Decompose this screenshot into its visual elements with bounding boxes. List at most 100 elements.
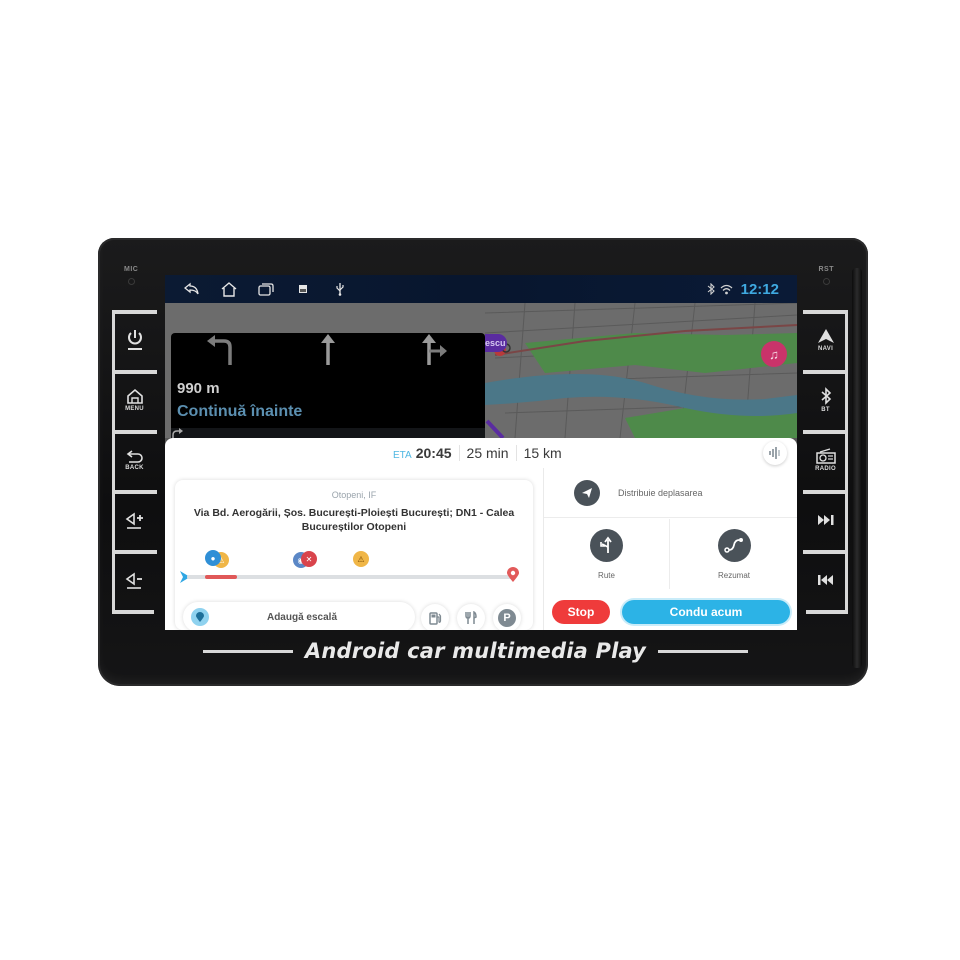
reset-button[interactable] <box>823 278 830 285</box>
navi-caption: NAVI <box>817 346 834 352</box>
volume-down-button[interactable] <box>112 550 157 610</box>
add-stop-icon <box>191 608 209 626</box>
brand-line-right <box>658 649 748 653</box>
back-icon <box>184 282 199 295</box>
divider <box>515 445 517 461</box>
reset-label: RST <box>818 266 834 273</box>
power-button[interactable] <box>112 310 157 370</box>
hazard-marker[interactable]: ⚠ <box>353 551 369 567</box>
bluetooth-icon <box>707 283 715 295</box>
recent-apps-icon <box>258 283 274 296</box>
traffic-segment <box>205 575 237 579</box>
volume-up-button[interactable] <box>112 490 157 550</box>
bracket-end <box>806 610 848 614</box>
radio-icon <box>815 448 836 464</box>
divider <box>458 445 460 461</box>
prev-track-button[interactable] <box>803 550 848 610</box>
overview-button[interactable]: Rezumat <box>671 519 797 589</box>
prev-track-icon <box>817 575 833 585</box>
distance-to-turn: 990 m <box>177 380 220 397</box>
wifi-icon <box>720 284 733 294</box>
volume-down-icon <box>125 572 142 589</box>
next-track-button[interactable] <box>803 490 848 550</box>
street-name-text: escu <box>485 338 506 348</box>
route-overview-icon <box>717 528 751 562</box>
trip-duration: 25 min <box>466 445 509 461</box>
power-icon <box>127 330 142 350</box>
radio-caption: RADIO <box>815 466 836 472</box>
parking-button[interactable]: P <box>493 604 521 630</box>
eta-bar: ETA 20:45 25 min 15 km <box>165 438 797 468</box>
drive-now-button[interactable]: Condu acum <box>622 600 790 624</box>
brand-line-left <box>203 649 293 653</box>
bluetooth-icon <box>820 387 831 405</box>
eta-label: ETA <box>393 450 412 461</box>
home-icon <box>221 281 237 297</box>
restaurant-icon <box>465 611 477 624</box>
map-view[interactable]: escu ♫ Floreasca 990 m Continuă înainte <box>165 303 797 466</box>
gas-station-icon <box>429 612 442 625</box>
share-icon <box>574 479 600 506</box>
radio-button[interactable]: RADIO <box>803 430 848 490</box>
navi-button[interactable]: NAVI <box>803 310 848 370</box>
right-hardware-buttons: NAVI BT RADIO <box>803 310 848 614</box>
android-status-bar: 12:12 <box>165 275 797 303</box>
clock: 12:12 <box>740 280 779 298</box>
share-trip-label: Distribuie deplasarea <box>618 487 703 498</box>
eta-summary: ETA 20:45 25 min 15 km <box>393 445 562 461</box>
usb-notification[interactable] <box>329 278 351 300</box>
trip-actions: Distribuie deplasarea Rute Rezumat Stop … <box>543 468 797 630</box>
status-indicators: 12:12 <box>707 275 779 303</box>
home-icon <box>126 388 143 404</box>
back-button[interactable]: BACK <box>112 430 157 490</box>
street-name-pill[interactable]: escu <box>485 334 507 352</box>
destination-pin-icon <box>507 567 519 582</box>
route-summary-card[interactable]: Otopeni, IF Via Bd. Aerogării, Șos. Bucu… <box>175 480 533 630</box>
routes-icon <box>590 528 623 562</box>
touch-screen: 12:12 escu ♫ Floreasca <box>165 275 797 630</box>
volume-up-icon <box>125 512 143 529</box>
speaker-icon <box>769 447 780 459</box>
sound-settings-button[interactable] <box>763 441 787 465</box>
share-trip-button[interactable]: Distribuie deplasarea <box>544 468 797 518</box>
route-via: Via Bd. Aerogării, Șos. București-Ploieș… <box>193 507 515 533</box>
bracket-end <box>112 610 154 614</box>
nav-home-button[interactable] <box>218 278 240 300</box>
trip-distance: 15 km <box>523 445 562 461</box>
bluetooth-button[interactable]: BT <box>803 370 848 430</box>
nav-recent-apps-button[interactable] <box>255 278 277 300</box>
turn-instruction: Continuă înainte <box>177 403 303 420</box>
stop-button[interactable]: Stop <box>552 600 610 624</box>
back-icon <box>126 450 143 463</box>
add-stop-label: Adaugă escală <box>266 611 338 623</box>
turn-instruction-card[interactable]: 990 m Continuă înainte Str. Neagoe Vodă <box>171 333 485 455</box>
accident-marker[interactable]: ✕ <box>301 551 317 567</box>
music-note-icon: ♫ <box>769 346 779 362</box>
navigation-icon <box>817 329 834 343</box>
overview-label: Rezumat <box>717 570 750 580</box>
next-track-icon <box>817 515 833 525</box>
lane-straight-icon <box>321 334 335 365</box>
nav-back-button[interactable] <box>181 278 203 300</box>
lane-straight-right-icon <box>422 334 447 365</box>
lane-turn-left-icon <box>207 335 232 365</box>
routes-button[interactable]: Rute <box>544 519 670 589</box>
menu-button[interactable]: MENU <box>112 370 157 430</box>
left-hardware-buttons: MENU BACK <box>112 310 157 614</box>
back-caption: BACK <box>125 465 144 471</box>
menu-caption: MENU <box>125 406 144 412</box>
restaurant-button[interactable] <box>457 604 485 630</box>
destination-city: Otopeni, IF <box>331 490 377 500</box>
brand-strip: Android car multimedia Play <box>203 636 748 666</box>
screenshot-notification[interactable] <box>292 278 314 300</box>
parking-icon: P <box>498 609 516 627</box>
add-stop-button[interactable]: Adaugă escală <box>183 602 415 630</box>
bt-caption: BT <box>821 407 830 413</box>
mic-hole <box>128 278 135 285</box>
music-button[interactable]: ♫ <box>761 341 787 367</box>
gas-station-button[interactable] <box>421 604 449 630</box>
brand-text: Android car multimedia Play <box>304 639 647 663</box>
usb-icon <box>336 283 344 296</box>
police-marker[interactable]: ● <box>205 550 221 566</box>
routes-label: Rute <box>598 570 615 580</box>
